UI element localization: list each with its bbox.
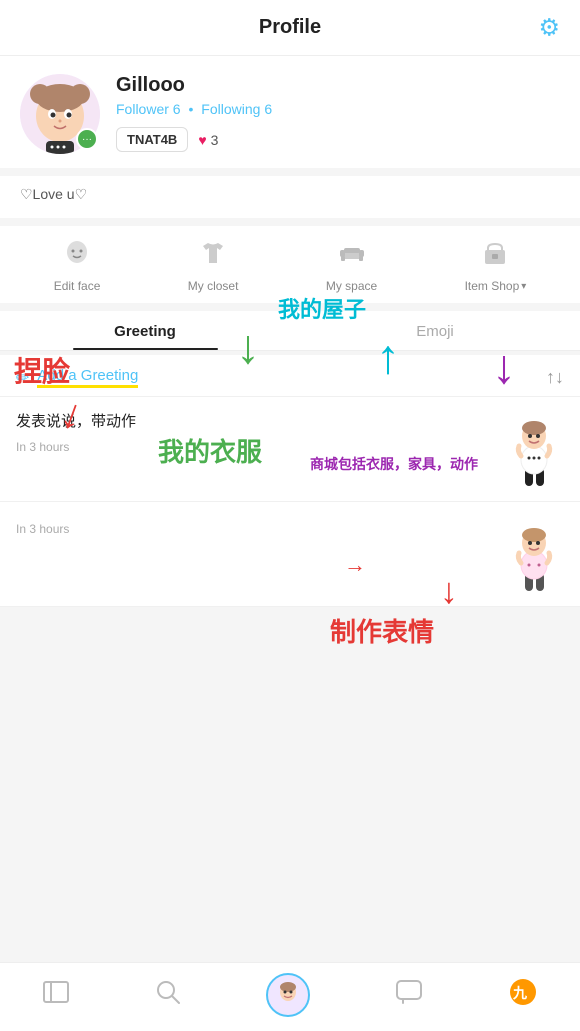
- shop-icon: [480, 238, 510, 275]
- heart-icon: ♥: [198, 132, 206, 148]
- post-time-1: In 3 hours: [16, 440, 492, 454]
- my-space-button[interactable]: My space: [326, 238, 377, 293]
- pencil-icon: ✏: [16, 368, 29, 388]
- greeting-bar: ✏ Add a Greeting ↑↓: [0, 355, 580, 397]
- tabs-row: Greeting Emoji: [0, 311, 580, 351]
- tab-emoji[interactable]: Emoji: [290, 311, 580, 350]
- follow-stats: Follower 6 • Following 6: [116, 101, 560, 117]
- heart-count: 3: [211, 132, 219, 148]
- page-title: Profile: [259, 16, 321, 39]
- nav-jiuyou[interactable]: 九: [508, 977, 538, 1014]
- icons-row: Edit face My closet My space: [0, 226, 580, 303]
- post-text-1: 发表说说，带动作: [16, 411, 492, 434]
- bio-section: ♡Love u♡: [0, 176, 580, 218]
- edit-face-button[interactable]: Edit face: [54, 238, 101, 293]
- shirt-icon: [198, 238, 228, 275]
- dot: •: [188, 101, 193, 117]
- chat-icon: [395, 979, 423, 1012]
- post-item-1: 发表说说，带动作 In 3 hours: [0, 397, 580, 502]
- item-shop-label: Item Shop: [465, 279, 520, 293]
- my-space-label: My space: [326, 279, 377, 293]
- add-greeting-label: Add a Greeting: [37, 367, 138, 388]
- nav-book[interactable]: [42, 980, 70, 1011]
- message-icon: ···: [82, 134, 92, 145]
- badge-tag[interactable]: TNAT4B: [116, 127, 188, 152]
- item-shop-label-row: Item Shop ▾: [465, 279, 527, 293]
- post-item-2: In 3 hours: [0, 502, 580, 607]
- avatar-wrap[interactable]: ···: [20, 74, 100, 154]
- post-content-1: 发表说说，带动作 In 3 hours: [16, 411, 492, 491]
- header: Profile ⚙: [0, 0, 580, 56]
- post-content-2: In 3 hours: [16, 516, 492, 596]
- bio-text: ♡Love u♡: [20, 186, 87, 202]
- search-icon: [155, 979, 181, 1012]
- badges-row: TNAT4B ♥ 3: [116, 127, 560, 152]
- sort-icon[interactable]: ↑↓: [546, 367, 564, 388]
- follower-label[interactable]: Follower: [116, 101, 169, 117]
- following-count: 6: [264, 101, 272, 117]
- post-avatar-2: [504, 516, 564, 596]
- settings-icon[interactable]: ⚙: [538, 13, 560, 42]
- nav-chat[interactable]: [395, 979, 423, 1012]
- heart-badge: ♥ 3: [198, 132, 218, 148]
- svg-text:九: 九: [512, 985, 527, 1001]
- online-badge: ···: [76, 128, 98, 150]
- following-label[interactable]: Following: [201, 101, 260, 117]
- nav-search[interactable]: [155, 979, 181, 1012]
- item-shop-button[interactable]: Item Shop ▾: [465, 238, 527, 293]
- dropdown-icon: ▾: [521, 281, 526, 292]
- post-avatar-1: [504, 411, 564, 491]
- my-closet-label: My closet: [188, 279, 239, 293]
- tab-greeting[interactable]: Greeting: [0, 311, 290, 350]
- jiuyou-icon: 九: [508, 977, 538, 1014]
- feed-section: ✏ Add a Greeting ↑↓ 发表说说，带动作 In 3 hours: [0, 355, 580, 607]
- nav-avatar-circle: [266, 973, 310, 1017]
- edit-face-label: Edit face: [54, 279, 101, 293]
- profile-info: Gillooo Follower 6 • Following 6 TNAT4B …: [116, 74, 560, 152]
- annotation-zhizuo: 制作表情: [330, 612, 434, 649]
- bottom-nav: 九: [0, 962, 580, 1031]
- profile-section: ··· Gillooo Follower 6 • Following 6 TNA…: [0, 56, 580, 168]
- nav-avatar[interactable]: [266, 973, 310, 1017]
- sofa-icon: [337, 238, 367, 275]
- post-time-2: In 3 hours: [16, 522, 492, 536]
- follower-count: 6: [173, 101, 181, 117]
- username: Gillooo: [116, 74, 560, 97]
- my-closet-button[interactable]: My closet: [188, 238, 239, 293]
- face-icon: [62, 238, 92, 275]
- book-icon: [42, 980, 70, 1011]
- add-greeting-button[interactable]: ✏ Add a Greeting: [16, 367, 138, 388]
